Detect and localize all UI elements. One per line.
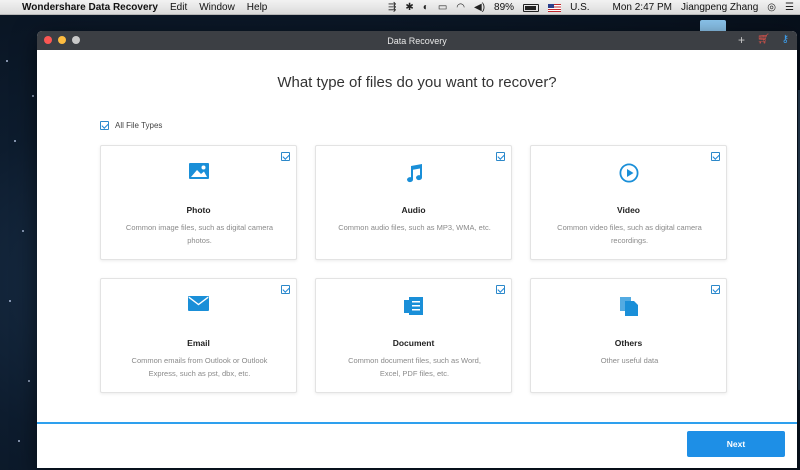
card-title: Photo: [186, 205, 211, 215]
minimize-window-button[interactable]: [58, 36, 66, 44]
title-bar[interactable]: Data Recovery + 🛒︎ ⚷: [37, 31, 797, 50]
file-type-card-audio[interactable]: Audio Common audio files, such as MP3, W…: [315, 145, 512, 260]
wifi-icon[interactable]: ◠: [456, 2, 465, 13]
file-type-card-others[interactable]: Others Other useful data: [530, 278, 727, 393]
next-button[interactable]: Next: [687, 431, 785, 457]
file-type-card-email[interactable]: Email Common emails from Outlook or Outl…: [100, 278, 297, 393]
app-menu[interactable]: Wondershare Data Recovery: [22, 2, 158, 13]
photo-checkbox[interactable]: [281, 152, 290, 161]
card-description: Common emails from Outlook or Outlook Ex…: [131, 356, 268, 378]
audio-checkbox[interactable]: [496, 152, 505, 161]
play-circle-icon: [531, 163, 726, 183]
cart-icon[interactable]: 🛒︎: [757, 33, 770, 47]
plus-icon[interactable]: +: [738, 33, 745, 47]
file-type-card-video[interactable]: Video Common video files, such as digita…: [530, 145, 727, 260]
video-checkbox[interactable]: [711, 152, 720, 161]
card-title: Audio: [401, 205, 426, 215]
files-icon: [531, 296, 726, 316]
menu-user[interactable]: Jiangpeng Zhang: [681, 2, 758, 13]
image-icon: [101, 163, 296, 179]
footer-bar: Next: [37, 422, 797, 468]
email-checkbox[interactable]: [281, 285, 290, 294]
window-controls: [44, 36, 80, 44]
airplay-icon[interactable]: ▭: [438, 2, 447, 13]
notification-center-icon[interactable]: ☰: [785, 2, 794, 13]
menu-help[interactable]: Help: [247, 2, 268, 13]
all-file-types-checkbox[interactable]: [100, 121, 109, 130]
file-type-card-photo[interactable]: Photo Common image files, such as digita…: [100, 145, 297, 260]
us-flag-icon[interactable]: [548, 3, 562, 12]
spotlight-icon[interactable]: ◎: [767, 2, 776, 13]
sync-icon[interactable]: ◐: [423, 2, 429, 13]
title-bar-actions: + 🛒︎ ⚷: [738, 33, 789, 47]
others-checkbox[interactable]: [711, 285, 720, 294]
bluetooth-icon[interactable]: ✱: [405, 2, 413, 13]
card-description: Other useful data: [600, 356, 659, 365]
battery-percent[interactable]: 89%: [494, 2, 514, 13]
battery-icon[interactable]: [523, 3, 540, 12]
card-title: Document: [392, 338, 435, 348]
script-icon[interactable]: ⇶: [388, 2, 396, 13]
status-area: ⇶ ✱ ◐ ▭ ◠ ◀) 89% U.S. Mon 2:47 PM Jiangp…: [388, 0, 794, 15]
input-source[interactable]: U.S.: [570, 2, 589, 13]
menu-edit[interactable]: Edit: [170, 2, 187, 13]
data-recovery-window: Data Recovery + 🛒︎ ⚷ What type of files …: [37, 31, 797, 468]
document-checkbox[interactable]: [496, 285, 505, 294]
menu-window[interactable]: Window: [199, 2, 235, 13]
volume-icon[interactable]: ◀): [474, 2, 485, 13]
maximize-window-button[interactable]: [72, 36, 80, 44]
menu-bar: Wondershare Data Recovery Edit Window He…: [0, 0, 800, 15]
card-title: Email: [187, 338, 210, 348]
card-description: Common document files, such as Word, Exc…: [348, 356, 481, 378]
card-description: Common video files, such as digital came…: [557, 223, 702, 245]
key-icon[interactable]: ⚷: [782, 33, 789, 47]
card-description: Common audio files, such as MP3, WMA, et…: [338, 223, 491, 232]
card-title: Others: [614, 338, 643, 348]
all-file-types-label: All File Types: [115, 121, 163, 130]
card-title: Video: [617, 205, 640, 215]
main-content: What type of files do you want to recove…: [37, 50, 797, 468]
window-title: Data Recovery: [387, 35, 447, 46]
document-icon: [316, 296, 511, 316]
menu-clock[interactable]: Mon 2:47 PM: [613, 2, 672, 13]
file-type-card-document[interactable]: Document Common document files, such as …: [315, 278, 512, 393]
close-window-button[interactable]: [44, 36, 52, 44]
music-note-icon: [316, 163, 511, 183]
envelope-icon: [101, 296, 296, 311]
page-title: What type of files do you want to recove…: [277, 74, 557, 91]
card-description: Common image files, such as digital came…: [125, 223, 274, 245]
all-file-types-option[interactable]: All File Types: [100, 121, 162, 130]
